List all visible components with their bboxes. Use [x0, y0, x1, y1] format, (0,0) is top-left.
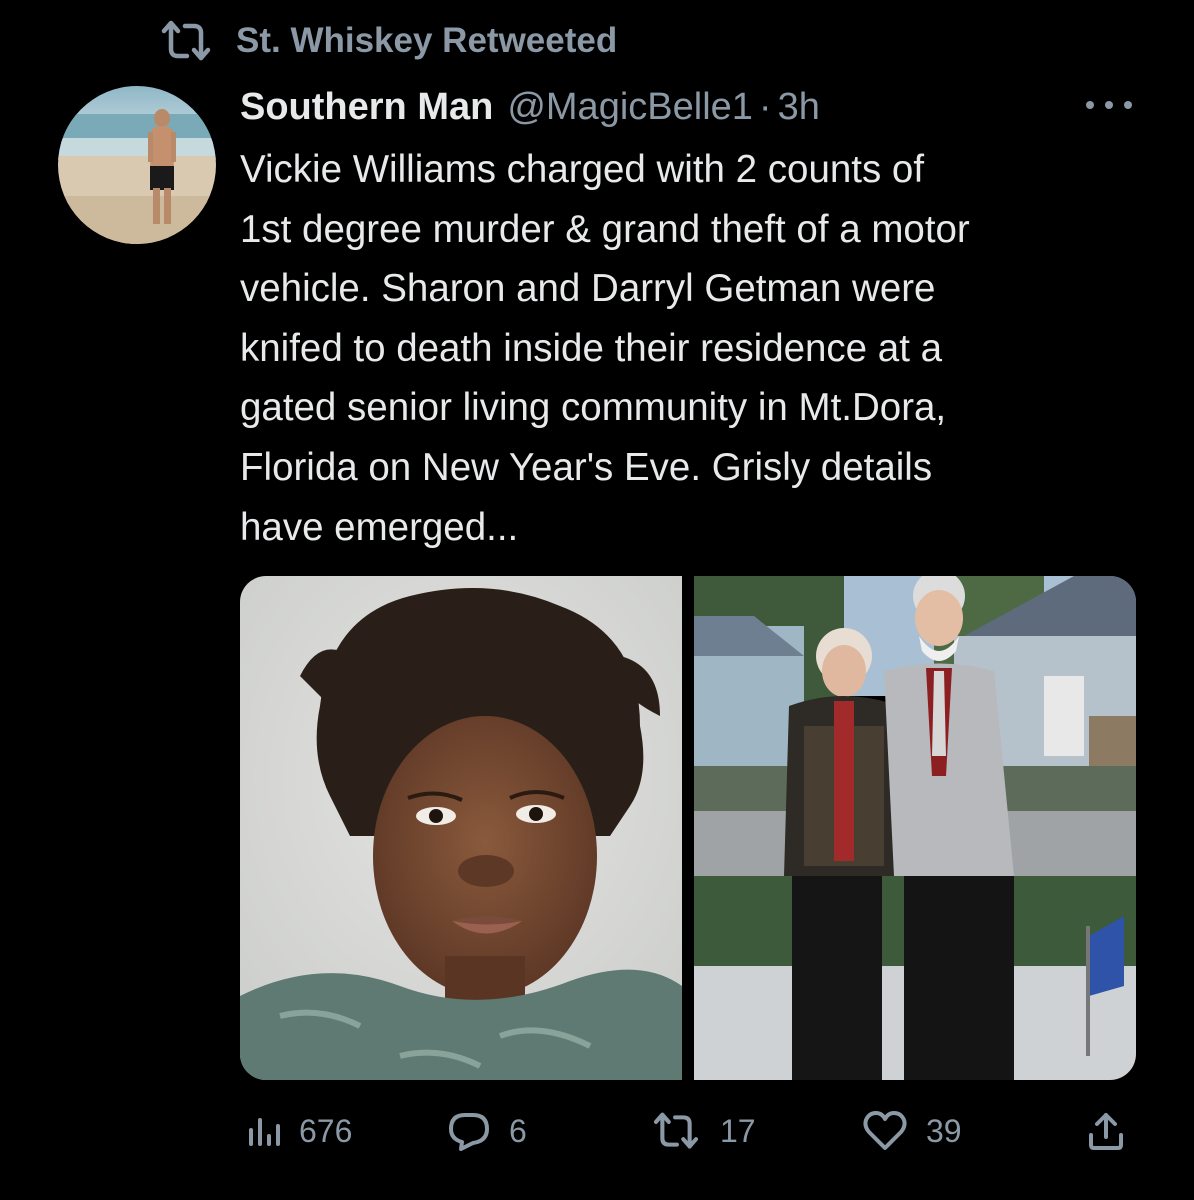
tweet-media: [240, 576, 1136, 1080]
more-options-icon[interactable]: [1086, 88, 1132, 122]
like-count: 39: [926, 1112, 962, 1149]
tweet-text-line: gated senior living community in Mt.Dora…: [240, 386, 947, 430]
like-button[interactable]: 39: [862, 1106, 962, 1156]
avatar-photo: [58, 86, 216, 244]
tweet-text: Vickie Williams charged with 2 counts of…: [240, 140, 1140, 557]
reply-icon: [449, 1113, 489, 1151]
tweet-text-line: have emerged...: [240, 505, 519, 549]
timestamp[interactable]: 3h: [778, 86, 820, 129]
tweet-header: Southern Man @MagicBelle1 · 3h: [240, 82, 820, 132]
social-context-label: St. Whiskey Retweeted: [236, 21, 618, 60]
tweet-text-line: knifed to death inside their residence a…: [240, 326, 943, 370]
retweet-count: 17: [720, 1112, 756, 1149]
retweet-button[interactable]: 17: [650, 1106, 756, 1156]
couple-photo[interactable]: [694, 576, 1136, 1080]
reply-count: 6: [509, 1112, 527, 1149]
share-button[interactable]: [1086, 1106, 1144, 1156]
views-count: 676: [299, 1112, 353, 1149]
tweet-text-line: Vickie Williams charged with 2 counts of: [240, 148, 925, 191]
display-name[interactable]: Southern Man: [240, 86, 493, 129]
tweet-actions: 676 6 17 39: [240, 1106, 1140, 1156]
share-icon: [1089, 1113, 1123, 1150]
mugshot-photo[interactable]: [240, 576, 682, 1080]
tweet-text-line: Florida on New Year's Eve. Grisly detail…: [240, 445, 933, 489]
user-handle[interactable]: @MagicBelle1: [507, 86, 753, 129]
tweet-text-line: 1st degree murder & grand theft of a mot…: [240, 207, 970, 251]
views-button[interactable]: 676: [245, 1106, 352, 1156]
retweet-icon: [653, 1112, 699, 1149]
views-icon: [249, 1118, 280, 1146]
reply-button[interactable]: 6: [447, 1106, 527, 1156]
mugshot-image: [240, 576, 682, 1080]
couple-image: [694, 576, 1136, 1080]
separator-dot: ·: [758, 85, 772, 128]
social-context[interactable]: St. Whiskey Retweeted: [160, 16, 617, 66]
heart-icon: [863, 1111, 907, 1150]
retweet-icon: [161, 20, 211, 61]
tweet-text-line: vehicle. Sharon and Darryl Getman were: [240, 267, 936, 311]
avatar[interactable]: [58, 86, 216, 244]
